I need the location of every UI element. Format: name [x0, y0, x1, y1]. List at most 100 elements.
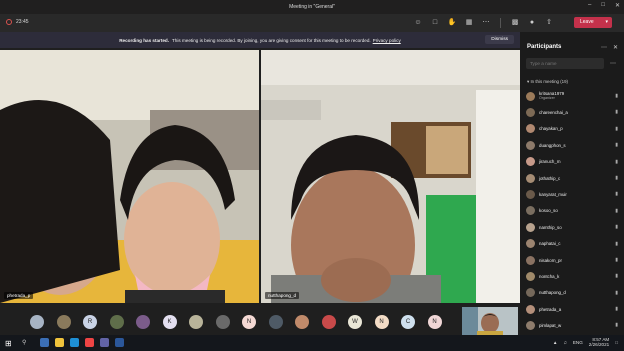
participant-row[interactable]: naphatai_c ▮	[526, 236, 622, 252]
microphone-muted-icon[interactable]: ▮	[615, 241, 618, 247]
chrome-icon[interactable]	[85, 338, 94, 347]
participant-row[interactable]: duangphon_s ▮	[526, 137, 622, 153]
participant-row[interactable]: kanyarat_muir ▮	[526, 186, 622, 202]
microphone-muted-icon[interactable]: ▮	[615, 224, 618, 230]
avatar	[526, 288, 535, 298]
avatar	[526, 206, 535, 216]
video-tile-2[interactable]: nutthapong_d	[261, 50, 520, 303]
gallery-avatar[interactable]	[189, 315, 203, 329]
microphone-muted-icon[interactable]: ▮	[615, 208, 618, 214]
avatar	[526, 190, 535, 200]
participant-row[interactable]: nutthapong_d ▮	[526, 285, 622, 301]
participant-name-block: chareenchai_a	[539, 110, 568, 115]
window-controls: – □ ✕	[588, 2, 620, 9]
self-view-video[interactable]	[462, 307, 518, 335]
close-panel-icon[interactable]: ✕	[613, 44, 618, 51]
dismiss-button[interactable]: Dismiss	[485, 35, 514, 44]
microphone-muted-icon[interactable]: ▮	[615, 290, 618, 296]
microphone-muted-icon[interactable]: ▮	[615, 175, 618, 181]
start-icon[interactable]: ⊞	[5, 339, 12, 348]
search-icon[interactable]: ⚲	[22, 339, 26, 346]
toolbar-divider	[500, 18, 501, 28]
participant-row[interactable]: jiranuch_m ▮	[526, 154, 622, 170]
participant-name-block: phetrada_a	[539, 307, 561, 312]
gallery-avatar[interactable]: C	[401, 315, 415, 329]
people-icon[interactable]: ☺	[413, 18, 423, 27]
language-indicator[interactable]: ENG	[573, 340, 583, 345]
maximize-icon[interactable]: □	[601, 2, 605, 9]
rooms-icon[interactable]: ▦	[464, 18, 474, 27]
microphone-muted-icon[interactable]: ▮	[615, 93, 618, 99]
microphone-muted-icon[interactable]: ▮	[615, 159, 618, 165]
video-feed-2	[261, 50, 520, 303]
participant-row[interactable]: chayakan_p ▮	[526, 121, 622, 137]
raise-hand-icon[interactable]: ✋	[447, 18, 457, 27]
microphone-icon[interactable]: ●	[527, 18, 537, 27]
in-meeting-header[interactable]: ▾ In this meeting (19)	[527, 79, 568, 85]
video-tile-1[interactable]: phetrada_p	[0, 50, 259, 303]
microphone-muted-icon[interactable]: ▮	[615, 142, 618, 148]
edge-icon[interactable]	[70, 338, 79, 347]
participant-name: phetrada_a	[539, 306, 562, 312]
gallery-avatar[interactable]	[295, 315, 309, 329]
recording-time: 23:45	[16, 19, 29, 25]
gallery-avatar[interactable]: N	[374, 315, 389, 329]
share-invite-icon[interactable]: ⋯	[610, 60, 616, 67]
gallery-avatar[interactable]	[215, 315, 230, 329]
participant-row[interactable]: chareenchai_a ▮	[526, 104, 622, 120]
word-icon[interactable]	[115, 338, 124, 347]
gallery-avatar[interactable]	[56, 315, 71, 329]
gallery-avatar[interactable]: R	[83, 315, 97, 329]
participant-name-block: pimlapat_w	[539, 323, 561, 328]
microphone-muted-icon[interactable]: ▮	[615, 273, 618, 279]
gallery-avatar[interactable]: N	[427, 315, 442, 329]
close-icon[interactable]: ✕	[615, 2, 620, 9]
clock[interactable]: 8:57 AM 2/26/2021	[589, 337, 609, 348]
participant-search-input[interactable]	[526, 58, 604, 69]
avatar	[526, 140, 535, 150]
gallery-avatar[interactable]: W	[348, 315, 362, 329]
chat-icon[interactable]: □	[430, 18, 440, 27]
banner-title: Recording has started.	[119, 37, 169, 43]
panel-title: Participants	[527, 44, 562, 50]
gallery-avatar[interactable]	[109, 315, 124, 329]
share-icon[interactable]: ⇧	[544, 18, 554, 27]
participant-row[interactable]: jothathip_c ▮	[526, 170, 622, 186]
camera-icon[interactable]: ▩	[510, 18, 520, 27]
chevron-down-icon[interactable]: ▾	[605, 17, 608, 28]
participant-row[interactable]: nontcha_k ▮	[526, 268, 622, 284]
gallery-avatar[interactable]: K	[162, 315, 177, 329]
microphone-muted-icon[interactable]: ▮	[615, 126, 618, 132]
participant-row[interactable]: nisakorn_pr ▮	[526, 252, 622, 268]
task-view-icon[interactable]	[40, 338, 49, 347]
file-explorer-icon[interactable]	[55, 338, 64, 347]
gallery-avatar[interactable]	[321, 315, 336, 329]
microphone-muted-icon[interactable]: ▮	[615, 191, 618, 197]
participant-name: jothathip_c	[539, 175, 561, 181]
microphone-muted-icon[interactable]: ▮	[615, 306, 618, 312]
more-icon[interactable]: ⋯	[481, 18, 491, 27]
participant-row[interactable]: pimlapat_w ▮	[526, 317, 622, 333]
participant-row[interactable]: kritsana1979 Organizer ▮	[526, 88, 622, 104]
gallery-avatar[interactable]: N	[242, 315, 256, 329]
participant-row[interactable]: phetrada_a ▮	[526, 301, 622, 317]
participant-name-block: jiranuch_m	[539, 159, 560, 164]
more-options-icon[interactable]: ⋯	[601, 44, 607, 51]
microphone-muted-icon[interactable]: ▮	[615, 257, 618, 263]
notification-icon[interactable]: □	[615, 340, 618, 345]
microphone-muted-icon[interactable]: ▮	[615, 322, 618, 328]
panel-controls: ⋯ ✕	[601, 44, 618, 51]
gallery-avatar[interactable]	[30, 315, 44, 329]
participant-row[interactable]: namthip_so ▮	[526, 219, 622, 235]
privacy-policy-link[interactable]: Privacy policy	[373, 38, 401, 43]
teams-icon[interactable]	[100, 338, 109, 347]
minimize-icon[interactable]: –	[588, 2, 591, 9]
gallery-avatar[interactable]	[136, 315, 150, 329]
volume-icon[interactable]: ♫	[563, 340, 566, 345]
gallery-avatar[interactable]	[268, 315, 283, 329]
participant-name: chareenchai_a	[539, 110, 568, 116]
leave-button[interactable]: Leave ▾	[574, 17, 612, 28]
participant-row[interactable]: kosoo_so ▮	[526, 203, 622, 219]
microphone-muted-icon[interactable]: ▮	[615, 109, 618, 115]
network-icon[interactable]: ▲	[553, 340, 558, 345]
